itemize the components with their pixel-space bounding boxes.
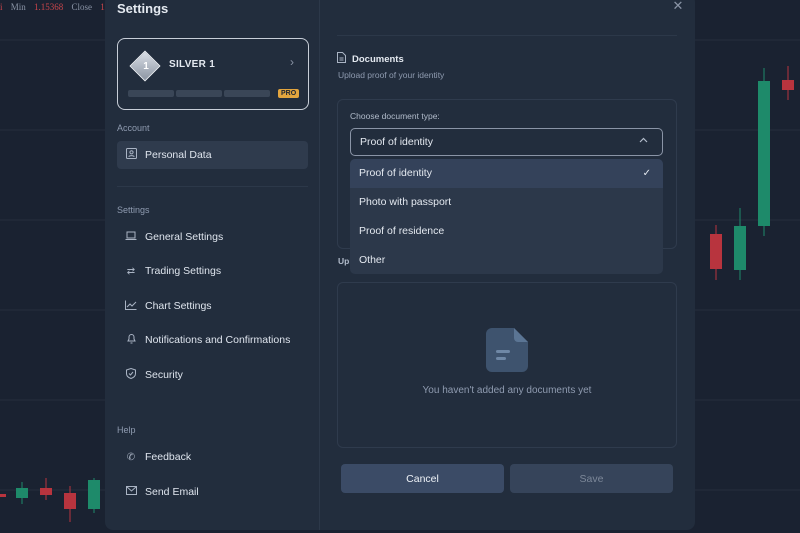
nav-personal-data[interactable]: Personal Data xyxy=(117,141,308,169)
help-section-label: Help xyxy=(117,425,136,435)
nav-trading-settings[interactable]: ⇄ Trading Settings xyxy=(117,257,308,285)
price-ticker: i Min 1.15368 Close 1. xyxy=(0,2,113,12)
nav-general-settings[interactable]: General Settings xyxy=(117,223,308,251)
option-label: Proof of residence xyxy=(359,224,445,237)
documents-subtitle: Upload proof of your identity xyxy=(338,70,445,80)
ticker-prefix: i xyxy=(0,2,3,12)
settings-section-label: Settings xyxy=(117,205,150,215)
check-icon: ✓ xyxy=(642,167,651,179)
option-label: Other xyxy=(359,253,386,266)
empty-file-icon xyxy=(486,328,528,372)
dropdown-option[interactable]: Proof of residence xyxy=(350,217,663,246)
settings-content: ✕ Documents Upload proof of your identit… xyxy=(321,0,695,530)
candles-left xyxy=(0,478,100,522)
bell-icon xyxy=(117,333,145,347)
nav-label: Personal Data xyxy=(145,149,212,161)
document-icon xyxy=(337,52,346,66)
settings-sidebar: Settings 1 SILVER 1 › PRO Account Person… xyxy=(105,0,320,530)
nav-label: Feedback xyxy=(145,451,192,463)
nav-chart-settings[interactable]: Chart Settings xyxy=(117,292,308,320)
close-icon[interactable]: ✕ xyxy=(671,0,685,13)
level-progress-bar xyxy=(128,90,270,97)
phone-icon: ✆ xyxy=(126,451,136,463)
cancel-button[interactable]: Cancel xyxy=(341,464,504,493)
save-button[interactable]: Save xyxy=(510,464,673,493)
nav-label: Trading Settings xyxy=(145,265,222,277)
user-card-icon xyxy=(117,148,145,162)
dropdown-option[interactable]: Photo with passport xyxy=(350,188,663,217)
documents-heading: Documents xyxy=(337,52,404,66)
ticker-min-value: 1.15368 xyxy=(34,2,64,12)
sidebar-divider xyxy=(117,186,308,187)
documents-title: Documents xyxy=(352,53,404,65)
content-divider xyxy=(337,35,677,36)
select-value: Proof of identity xyxy=(360,136,433,148)
chevron-up-icon xyxy=(639,135,648,145)
settings-modal: Settings 1 SILVER 1 › PRO Account Person… xyxy=(105,0,695,530)
candles-right xyxy=(710,66,794,280)
document-type-dropdown: Proof of identity ✓ Photo with passport … xyxy=(350,159,663,274)
nav-notifications[interactable]: Notifications and Confirmations xyxy=(117,326,308,354)
option-label: Proof of identity xyxy=(359,167,432,180)
chevron-right-icon: › xyxy=(290,55,294,69)
shield-icon xyxy=(117,367,145,382)
level-name: SILVER 1 xyxy=(169,59,216,70)
nav-label: Chart Settings xyxy=(145,300,212,312)
swap-icon: ⇄ xyxy=(126,265,136,277)
account-level-card[interactable]: 1 SILVER 1 › PRO xyxy=(117,38,309,110)
level-number: 1 xyxy=(143,61,149,72)
pro-badge: PRO xyxy=(278,89,300,98)
nav-send-email[interactable]: Send Email xyxy=(117,478,308,506)
choose-document-label: Choose document type: xyxy=(350,111,440,121)
empty-documents-text: You haven't added any documents yet xyxy=(422,385,592,396)
dropdown-option[interactable]: Other xyxy=(350,245,663,274)
ticker-min-label: Min xyxy=(10,2,26,12)
nav-security[interactable]: Security xyxy=(117,361,308,389)
nav-label: Security xyxy=(145,369,183,381)
nav-label: Send Email xyxy=(145,486,199,498)
option-label: Photo with passport xyxy=(359,196,452,209)
modal-title: Settings xyxy=(117,1,169,16)
mail-icon xyxy=(117,486,145,498)
document-type-select[interactable]: Proof of identity xyxy=(350,128,663,156)
chart-line-icon xyxy=(117,300,145,313)
nav-feedback[interactable]: ✆ Feedback xyxy=(117,443,308,471)
laptop-icon xyxy=(117,231,145,244)
nav-label: Notifications and Confirmations xyxy=(145,334,291,346)
dropdown-option[interactable]: Proof of identity ✓ xyxy=(350,159,663,188)
ticker-close-label: Close xyxy=(71,2,93,12)
account-section-label: Account xyxy=(117,123,150,133)
nav-label: General Settings xyxy=(145,231,224,243)
